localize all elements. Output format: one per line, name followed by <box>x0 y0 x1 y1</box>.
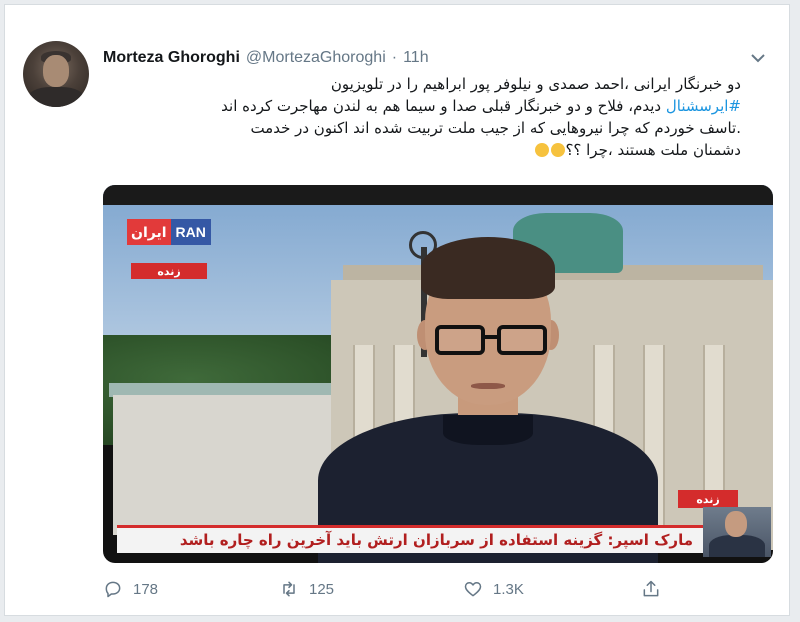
like-button[interactable]: 1.3K <box>463 579 524 599</box>
news-ticker: مارک اسپر: گزینه استفاده از سربازان ارتش… <box>117 525 703 553</box>
avatar-shoulders <box>27 87 85 107</box>
tweet-media-image[interactable]: ایران RAN زنده زنده مارک اسپر: گزینه است… <box>103 185 773 563</box>
share-icon <box>643 580 659 597</box>
live-badge-right: زنده <box>678 490 738 508</box>
hashtag-link[interactable]: #ایرسشنال <box>666 97 741 115</box>
avatar[interactable] <box>23 41 89 107</box>
channel-logo-en: RAN <box>170 219 211 245</box>
retweet-button[interactable]: 125 <box>279 579 334 599</box>
avatar-face <box>43 55 69 87</box>
author-name[interactable]: Morteza Ghoroghi <box>103 49 240 67</box>
tweet-text-line-1: دو خبرنگار ایرانی ،احمد صمدی و نیلوفر پو… <box>330 75 741 93</box>
channel-logo: ایران RAN <box>127 219 211 245</box>
heart-icon <box>464 582 482 597</box>
tweet-text-line-2-rest: دیدم، فلاح و دو خبرنگار قبلی صدا و سیما … <box>221 97 666 115</box>
reply-icon <box>105 581 121 598</box>
tweet-text-line-4: دشمنان ملت هستند ،چرا ؟؟ <box>101 139 741 161</box>
tweet-header: Morteza Ghoroghi @MortezaGhoroghi · 11h <box>103 47 429 69</box>
channel-logo-fa: ایران <box>127 219 171 245</box>
chevron-down-icon[interactable] <box>749 49 767 67</box>
glasses-bridge <box>483 335 497 339</box>
inset-person-body <box>709 535 765 557</box>
reporter-collar <box>443 415 533 445</box>
tweet-timestamp[interactable]: 11h <box>403 49 429 67</box>
reply-count: 178 <box>133 580 159 598</box>
share-button[interactable] <box>641 579 661 599</box>
inset-person-head <box>725 511 747 537</box>
background-building <box>113 395 353 535</box>
retweet-count: 125 <box>309 580 335 598</box>
like-count: 1.3K <box>493 580 524 598</box>
inset-video <box>703 507 771 557</box>
tweet-text-line-2: #ایرسشنال دیدم، فلاح و دو خبرنگار قبلی ص… <box>101 95 741 117</box>
separator-dot: · <box>391 49 398 66</box>
persevering-face-emoji-icon <box>535 143 550 157</box>
glasses-lens <box>435 325 485 355</box>
tweet-text: دو خبرنگار ایرانی ،احمد صمدی و نیلوفر پو… <box>101 73 741 161</box>
reply-button[interactable]: 178 <box>103 579 158 599</box>
media-top-bar <box>103 185 773 205</box>
reporter-mouth <box>471 383 505 389</box>
tweet-actions: 178 125 1.3K <box>101 575 681 603</box>
tweet-text-line-4-text: دشمنان ملت هستند ،چرا ؟؟ <box>565 141 741 159</box>
retweet-icon <box>283 581 295 597</box>
persevering-face-emoji-icon <box>551 143 566 157</box>
author-handle[interactable]: @MortezaGhoroghi <box>246 49 386 67</box>
glasses-lens <box>497 325 547 355</box>
tweet-card[interactable]: Morteza Ghoroghi @MortezaGhoroghi · 11h … <box>4 4 790 616</box>
reporter-hair <box>421 237 555 299</box>
tweet-text-line-3: .تاسف خوردم که چرا نیروهایی که از جیب مل… <box>250 119 741 137</box>
live-badge: زنده <box>131 263 207 279</box>
